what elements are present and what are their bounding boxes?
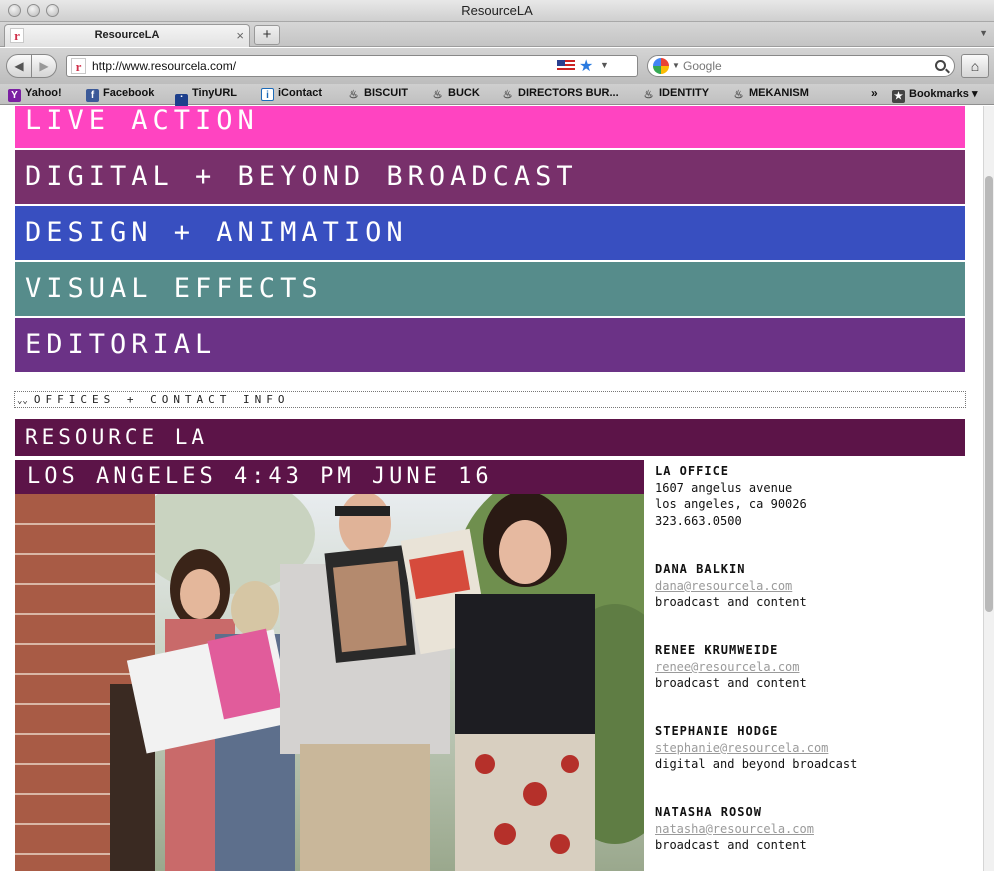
contact-role: broadcast and content [655, 838, 807, 852]
nav-live-action[interactable]: LIVE ACTION [15, 106, 965, 148]
bookmark-biscuit[interactable]: ♨ BISCUIT [347, 87, 408, 102]
bookmark-tinyurl[interactable]: ▪ TinyURL [175, 87, 237, 107]
contact-name: DANA BALKIN [655, 562, 746, 576]
navigation-toolbar: ◀ ▶ r http://www.resourcela.com/ ★ ▼ ↻ ▼… [0, 48, 994, 84]
contact-email-link[interactable]: dana@resourcela.com [655, 578, 975, 595]
flame-icon: ♨ [502, 89, 513, 101]
office-address-line2: los angeles, ca 90026 [655, 497, 807, 511]
search-engine-dropdown-icon[interactable]: ▼ [672, 61, 680, 70]
scrollbar-thumb[interactable] [985, 176, 993, 612]
office-address-line1: 1607 angelus avenue [655, 480, 793, 495]
nav-visual-effects[interactable]: VISUAL EFFECTS [15, 262, 965, 316]
bookmark-label: MEKANISM [749, 87, 809, 99]
flame-icon: ♨ [432, 89, 443, 101]
contact-card: STEPHANIE HODGE stephanie@resourcela.com… [655, 723, 975, 773]
close-tab-icon[interactable]: × [236, 28, 244, 43]
address-bar[interactable]: r http://www.resourcela.com/ ★ ▼ ↻ [66, 55, 700, 77]
search-icon[interactable] [935, 60, 946, 71]
search-input[interactable]: Google [683, 59, 722, 73]
bookmarks-menu[interactable]: ★ Bookmarks ▾ [892, 87, 978, 103]
more-bookmarks-chevron-icon[interactable]: » [871, 86, 878, 100]
nav-design-animation[interactable]: DESIGN + ANIMATION [15, 206, 965, 260]
expand-chevron-icon: ⌄⌄ [17, 396, 28, 406]
site-favicon-icon: r [71, 58, 86, 74]
contact-email-link[interactable]: renee@resourcela.com [655, 659, 975, 676]
contact-card: NATASHA ROSOW natasha@resourcela.com bro… [655, 804, 975, 854]
google-icon[interactable] [653, 58, 669, 74]
bookmark-star-icon[interactable]: ★ [579, 56, 593, 76]
facebook-icon: f [86, 89, 99, 102]
bookmark-label: BISCUIT [364, 87, 408, 99]
contact-name: STEPHANIE HODGE [655, 724, 779, 738]
contact-name: RENEE KRUMWEIDE [655, 643, 779, 657]
bookmark-icontact[interactable]: i iContact [261, 87, 322, 101]
flame-icon: ♨ [348, 89, 359, 101]
tab-list-dropdown-icon[interactable]: ▼ [979, 28, 988, 38]
team-photo [15, 494, 644, 871]
home-button[interactable]: ⌂ [961, 54, 989, 78]
office-address-block: LA OFFICE 1607 angelus avenue los angele… [655, 463, 975, 529]
window-titlebar: ResourceLA [0, 0, 994, 22]
contact-card: DANA BALKIN dana@resourcela.com broadcas… [655, 561, 975, 611]
office-header: RESOURCE LA [15, 419, 965, 456]
offices-contact-toggle[interactable]: ⌄⌄ OFFICES + CONTACT INFO [14, 391, 966, 408]
us-flag-icon [557, 60, 575, 72]
bookmark-facebook[interactable]: f Facebook [86, 87, 154, 102]
tab-label: ResourceLA [94, 29, 160, 41]
bookmark-label: IDENTITY [659, 87, 710, 99]
contact-name: NATASHA ROSOW [655, 805, 762, 819]
bookmark-label: DIRECTORS BUR... [518, 87, 619, 99]
bookmark-mekanism[interactable]: ♨ MEKANISM [732, 87, 809, 102]
nav-digital-beyond-broadcast[interactable]: DIGITAL + BEYOND BROADCAST [15, 150, 965, 204]
url-text[interactable]: http://www.resourcela.com/ [92, 59, 236, 73]
bookmarks-bar: Y Yahoo! f Facebook ▪ TinyURL i iContact ♨ BI… [0, 84, 994, 107]
tab-resourcela[interactable]: r ResourceLA × [4, 24, 250, 47]
nav-editorial[interactable]: EDITORIAL [15, 318, 965, 372]
bookmark-buck[interactable]: ♨ BUCK [431, 87, 480, 102]
flame-icon: ♨ [643, 89, 654, 101]
bookmark-label: TinyURL [192, 87, 238, 99]
forward-button[interactable]: ▶ [31, 54, 57, 78]
offices-toggle-label: OFFICES + CONTACT INFO [33, 393, 290, 406]
history-dropdown-icon[interactable]: ▼ [600, 60, 609, 70]
flame-icon: ♨ [733, 89, 744, 101]
bookmark-label: Yahoo! [25, 87, 62, 99]
new-tab-button[interactable]: + [254, 25, 280, 45]
bookmark-directors-bureau[interactable]: ♨ DIRECTORS BUR... [501, 87, 619, 102]
bookmark-label: Facebook [103, 87, 155, 99]
bookmarks-star-icon: ★ [892, 90, 905, 103]
bookmark-label: iContact [278, 87, 322, 99]
contact-card: RENEE KRUMWEIDE renee@resourcela.com bro… [655, 642, 975, 692]
contact-role: broadcast and content [655, 595, 807, 609]
bookmark-identity[interactable]: ♨ IDENTITY [642, 87, 710, 102]
contact-role: digital and beyond broadcast [655, 757, 858, 771]
tab-bar: r ResourceLA × + ▼ [0, 22, 994, 47]
office-title: LA OFFICE [655, 464, 730, 478]
back-button[interactable]: ◀ [6, 54, 32, 78]
contact-email-link[interactable]: natasha@resourcela.com [655, 821, 975, 838]
bookmarks-menu-label: Bookmarks [909, 88, 969, 100]
contact-email-link[interactable]: stephanie@resourcela.com [655, 740, 975, 757]
yahoo-icon: Y [8, 89, 21, 102]
office-clock: LOS ANGELES 4:43 PM JUNE 16 [15, 460, 644, 494]
page-viewport: LIVE ACTION DIGITAL + BEYOND BROADCAST D… [0, 106, 982, 871]
bookmark-yahoo[interactable]: Y Yahoo! [8, 87, 62, 102]
team-photo-illustration [15, 494, 644, 871]
office-phone: 323.663.0500 [655, 513, 742, 528]
contact-role: broadcast and content [655, 676, 807, 690]
window-title: ResourceLA [461, 3, 533, 18]
icontact-icon: i [261, 88, 274, 101]
bookmark-label: BUCK [448, 87, 480, 99]
search-bar[interactable]: ▼ Google [647, 55, 955, 77]
